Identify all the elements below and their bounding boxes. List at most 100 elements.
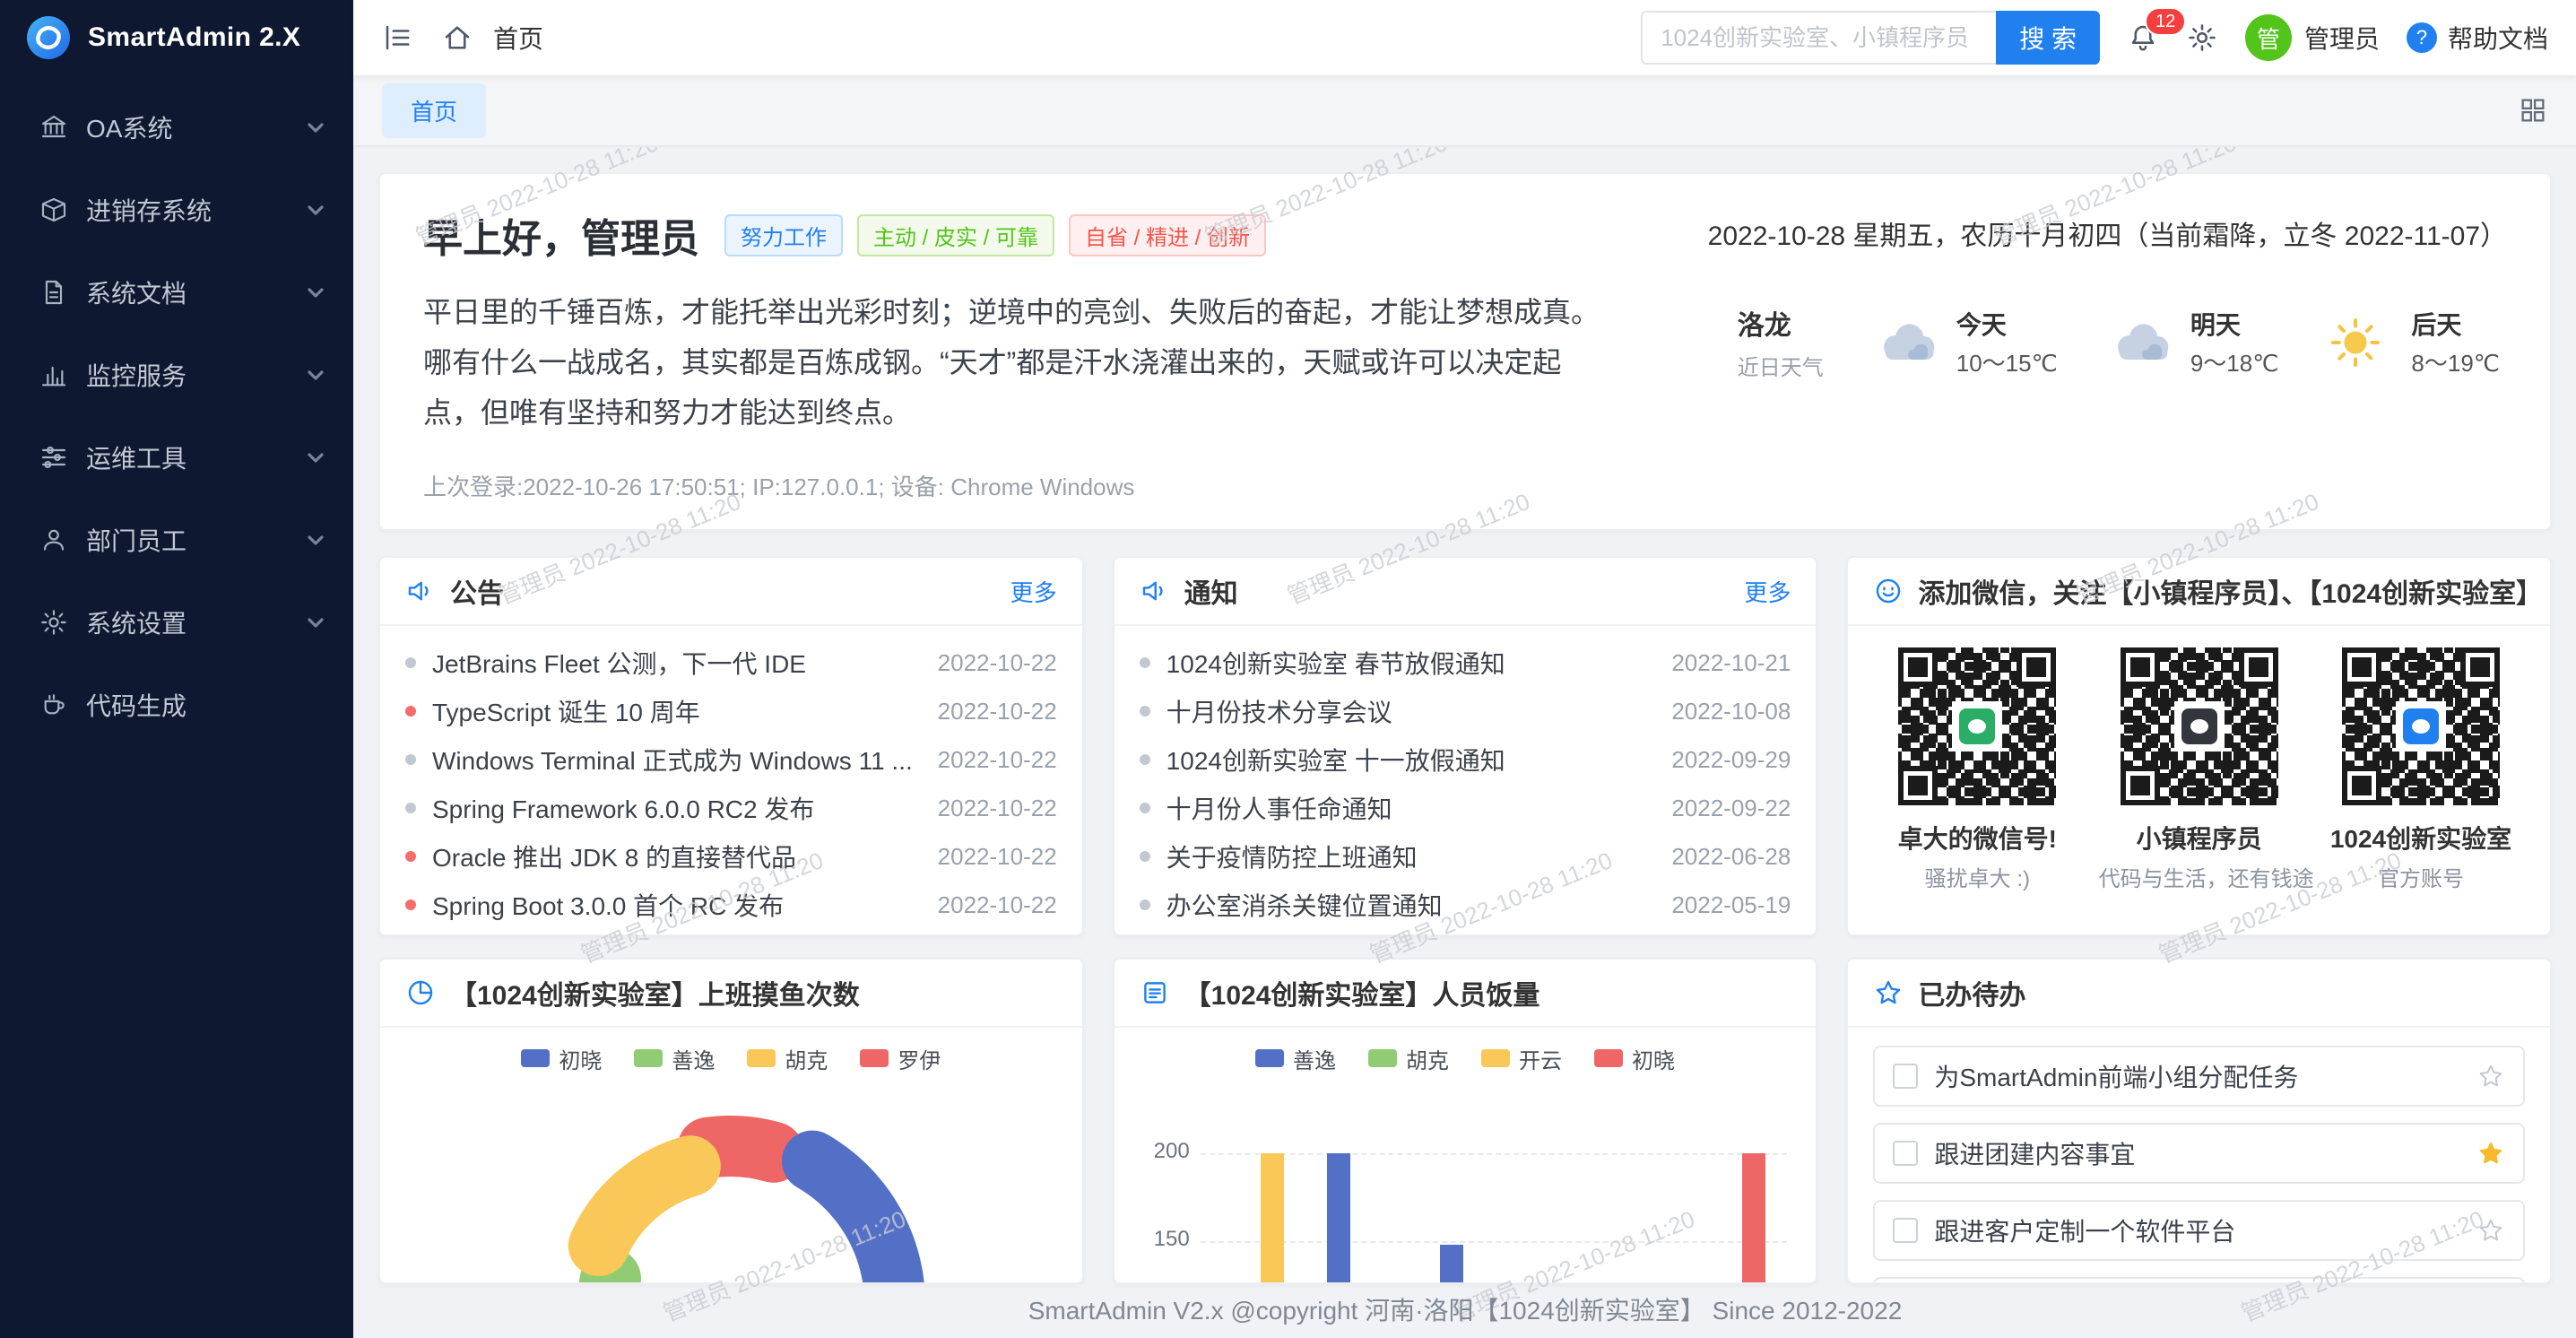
sidebar-item-docs[interactable]: 系统文档 <box>0 251 353 334</box>
qrcode-name: 小镇程序员 <box>2099 820 2300 856</box>
list-item[interactable]: Oracle 推出 JDK 8 的直接替代品2022-10-22 <box>405 832 1057 881</box>
list-item[interactable]: Spring Boot 3.0.0 首个 RC 发布 2022-10-22 <box>405 881 1057 929</box>
card-title: 公告 <box>450 571 996 611</box>
todo-item-partial[interactable] <box>1873 1277 2525 1284</box>
legend-label: 初晓 <box>559 1043 602 1074</box>
todo-label: 跟进团建内容事宜 <box>1934 1135 2476 1171</box>
item-title: Spring Boot 3.0.0 首个 RC 发布 <box>432 887 920 923</box>
announcements-card: 公告 更多 JetBrains Fleet 公测，下一代 IDE2022-10-… <box>378 556 1084 936</box>
weather-day-today: 今天 10～15℃ <box>1874 306 2058 378</box>
list-item[interactable]: 关于疫情防控上班通知2022-06-28 <box>1140 832 1791 881</box>
gridline-200 <box>1201 1153 1788 1155</box>
sidebar-item-settings[interactable]: 系统设置 <box>0 581 353 664</box>
todo-card: 已办待办 为SmartAdmin前端小组分配任务 跟进团建内容事宜 <box>1846 958 2552 1284</box>
item-title: Spring Framework 6.0.0 RC2 发布 <box>432 790 920 826</box>
bullet-dot <box>405 657 416 668</box>
legend-item[interactable]: 罗伊 <box>860 1043 941 1074</box>
motto-paragraph: 平日里的千锤百炼，才能托举出光彩时刻；逆境中的亮剑、失败后的奋起，才能让梦想成真… <box>423 287 1600 438</box>
welcome-card: 早上好，管理员 努力工作 主动 / 皮实 / 可靠 自省 / 精进 / 创新 2… <box>378 172 2552 531</box>
bullet-dot <box>1140 657 1150 668</box>
list-item[interactable]: 十月份人事任命通知2022-09-22 <box>1140 784 1791 832</box>
bell-icon[interactable]: 12 <box>2127 22 2159 54</box>
list-item[interactable]: 十月份技术分享会议2022-10-08 <box>1140 687 1791 735</box>
sidebar-item-employees[interactable]: 部门员工 <box>0 499 353 581</box>
list-item[interactable]: 1024创新实验室 十一放假通知2022-09-29 <box>1140 735 1791 784</box>
bullet-dot <box>1140 803 1150 813</box>
todo-item[interactable]: 跟进团建内容事宜 <box>1873 1123 2525 1184</box>
card-title: 已办待办 <box>1918 973 2525 1012</box>
home-icon[interactable] <box>441 22 473 54</box>
gridline-150 <box>1201 1241 1788 1243</box>
qrcode-subtitle: 代码与生活，还有钱途 <box>2099 861 2300 892</box>
sidebar-item-codegen[interactable]: 代码生成 <box>0 664 353 746</box>
item-date: 2022-10-21 <box>1671 649 1791 677</box>
sidebar-item-erp[interactable]: 进销存系统 <box>0 169 353 251</box>
legend-swatch <box>747 1049 776 1067</box>
qrcode-item: 卓大的微信号! 骚扰卓大 :) <box>1877 647 2077 892</box>
item-date: 2022-09-29 <box>1671 746 1791 774</box>
legend-swatch <box>634 1049 663 1067</box>
star-outline-icon[interactable] <box>2476 1062 2505 1090</box>
weather-panel: 洛龙 近日天气 今天 10～15℃ <box>1738 303 2500 381</box>
logo-mark-icon <box>25 14 72 61</box>
legend-item[interactable]: 初晓 <box>1594 1043 1675 1074</box>
search-button[interactable]: 搜 索 <box>1996 11 2100 65</box>
announcements-more-link[interactable]: 更多 <box>1010 575 1057 608</box>
item-date: 2022-10-22 <box>938 649 1057 677</box>
list-item[interactable]: TypeScript 诞生 10 周年2022-10-22 <box>405 687 1057 735</box>
list-item[interactable]: Windows Terminal 正式成为 Windows 11 ...2022… <box>405 735 1057 784</box>
sidebar-item-label: 监控服务 <box>86 357 307 393</box>
sidebar-item-ops-tools[interactable]: 运维工具 <box>0 416 353 499</box>
checkbox[interactable] <box>1893 1141 1918 1166</box>
qrcode-image <box>2342 647 2500 805</box>
weather-day-name: 后天 <box>2411 306 2500 342</box>
bar-开云 <box>1261 1153 1284 1284</box>
legend-label: 胡克 <box>1406 1043 1449 1074</box>
legend-item[interactable]: 善逸 <box>634 1043 715 1074</box>
list-item[interactable]: Spring Framework 6.0.0 RC2 发布2022-10-22 <box>405 784 1057 832</box>
question-circle-icon: ? <box>2407 22 2437 53</box>
todo-item[interactable]: 为SmartAdmin前端小组分配任务 <box>1873 1046 2525 1107</box>
legend-label: 罗伊 <box>898 1043 941 1074</box>
wechat-logo-icon <box>1952 701 2002 752</box>
weather-day-temp: 10～15℃ <box>1956 345 2058 378</box>
legend-item[interactable]: 胡克 <box>1368 1043 1449 1074</box>
star-outline-icon[interactable] <box>2476 1216 2505 1245</box>
todo-item[interactable]: 跟进客户定制一个软件平台 <box>1873 1200 2525 1261</box>
tab-bar: 首页 <box>353 75 2576 147</box>
list-item[interactable]: JetBrains Fleet 公测，下一代 IDE2022-10-22 <box>405 639 1057 687</box>
checkbox[interactable] <box>1893 1218 1918 1243</box>
checkbox[interactable] <box>1893 1064 1918 1089</box>
list-item[interactable]: 1024创新实验室 春节放假通知2022-10-21 <box>1140 639 1791 687</box>
item-title: Oracle 推出 JDK 8 的直接替代品 <box>432 838 920 874</box>
item-date: 2022-10-22 <box>938 891 1057 919</box>
star-filled-icon[interactable] <box>2476 1139 2505 1168</box>
item-date: 2022-05-19 <box>1671 891 1791 919</box>
search-input[interactable] <box>1641 11 1996 65</box>
settings-gear-icon[interactable] <box>2186 22 2218 54</box>
sidebar-item-monitor[interactable]: 监控服务 <box>0 334 353 416</box>
app-title: SmartAdmin 2.X <box>88 22 300 53</box>
item-date: 2022-09-22 <box>1671 795 1791 822</box>
list-item[interactable]: 办公室消杀关键位置通知2022-05-19 <box>1140 881 1791 929</box>
layout-grid-icon[interactable] <box>2518 95 2548 126</box>
help-docs-link[interactable]: ? 帮助文档 <box>2407 20 2548 56</box>
weather-city: 洛龙 近日天气 <box>1738 303 1824 381</box>
legend-swatch <box>860 1049 889 1067</box>
legend-item[interactable]: 善逸 <box>1255 1043 1336 1074</box>
breadcrumb[interactable]: 首页 <box>493 20 543 56</box>
collapse-menu-icon[interactable] <box>382 22 414 54</box>
weather-day-name: 明天 <box>2190 306 2279 342</box>
legend-item[interactable]: 胡克 <box>747 1043 828 1074</box>
donut-segment <box>599 1166 690 1246</box>
qrcode-name: 卓大的微信号! <box>1877 820 2077 856</box>
sidebar-item-oa[interactable]: OA系统 <box>0 86 353 169</box>
item-date: 2022-10-22 <box>938 746 1057 774</box>
qrcode-image <box>2121 647 2278 805</box>
legend-item[interactable]: 初晓 <box>521 1043 602 1074</box>
pie-chart-icon <box>405 977 436 1008</box>
tab-home[interactable]: 首页 <box>382 83 486 138</box>
user-menu[interactable]: 管 管理员 <box>2245 14 2380 61</box>
legend-item[interactable]: 开云 <box>1481 1043 1562 1074</box>
notices-more-link[interactable]: 更多 <box>1744 575 1791 608</box>
